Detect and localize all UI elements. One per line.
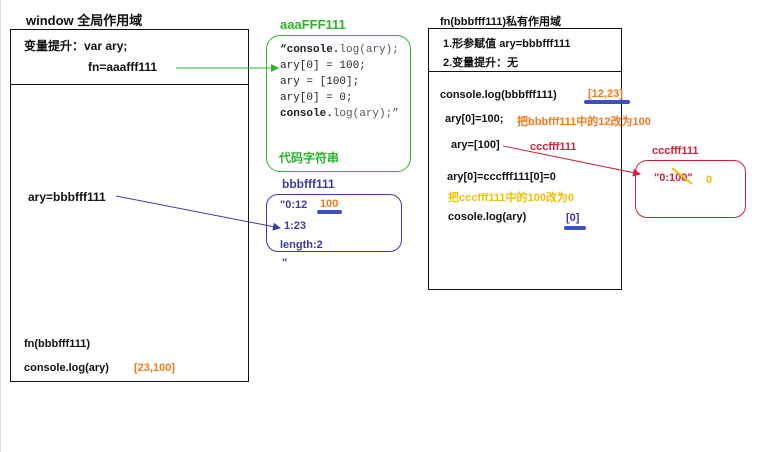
array-entry-1: 1:23 <box>284 220 307 232</box>
fn-log-1-underline <box>584 100 630 104</box>
fn-log-2-result: [0] <box>566 212 580 224</box>
array-entry-0: "0:12 <box>280 199 308 211</box>
array-heap-title: bbbfff111 <box>282 177 335 191</box>
code-line-3: ary = [100]; <box>280 76 360 88</box>
fn-assign-3: ary[0]=cccfff111[0]=0 <box>447 171 556 183</box>
code-string-block: “console.log(ary); ary[0] = 100; ary = [… <box>280 42 399 122</box>
ccc-heap-content: "0:100" <box>654 172 693 184</box>
code-heap-title: aaaFFF111 <box>280 17 346 32</box>
fn-scope-title: fn(bbbfff111)私有作用域 <box>440 16 561 28</box>
array-entry-0-underline <box>317 210 342 214</box>
fn-scope-divider <box>428 71 622 72</box>
fn-step-1: 1.形参赋值 ary=bbbfff111 <box>443 38 571 50</box>
ccc-heap-new-value: 0 <box>706 174 713 186</box>
code-string-label: 代码字符串 <box>279 151 340 165</box>
window-hoist-line: 变量提升：var ary; <box>24 39 128 53</box>
fn-step-2: 2.变量提升：无 <box>443 57 519 69</box>
fn-assign-2-arrow-label: cccfff111 <box>530 141 577 153</box>
fn-assign-3-note: 把cccfff111中的100改为0 <box>448 192 574 204</box>
window-fn-assign: fn=aaafff111 <box>88 60 158 74</box>
fn-log-1-result: [12,23] <box>588 88 623 100</box>
fn-assign-1: ary[0]=100; <box>445 113 504 125</box>
window-scope-box <box>10 29 249 382</box>
fn-log-2: cosole.log(ary) <box>448 211 527 223</box>
window-console-log: console.log(ary) <box>24 362 109 374</box>
page-left-border <box>0 0 1 452</box>
ccc-heap-title: cccfff111 <box>652 145 699 157</box>
window-log-result: [23,100] <box>134 362 175 374</box>
array-entry-0-new: 100 <box>320 198 339 210</box>
fn-assign-1-note: 把bbbfff111中的12改为100 <box>517 116 651 128</box>
window-fn-call: fn(bbbfff111) <box>24 338 90 350</box>
code-line-4: ary[0] = 0; <box>280 92 353 104</box>
array-length: length:2 <box>280 239 323 251</box>
code-line-2: ary[0] = 100; <box>280 60 366 72</box>
window-scope-divider <box>10 84 249 85</box>
array-closing-quote: " <box>282 257 288 269</box>
window-scope-title: window 全局作用域 <box>26 13 143 28</box>
fn-log-2-underline <box>564 226 586 230</box>
fn-assign-2: ary=[100] <box>451 139 500 151</box>
window-ary-assign: ary=bbbfff111 <box>28 190 106 204</box>
fn-log-1: console.log(bbbfff111) <box>440 89 557 101</box>
code-line-5: console.log(ary);” <box>280 108 399 120</box>
code-line-1: “console.log(ary); <box>280 44 399 56</box>
ccc-heap-box <box>635 160 746 218</box>
